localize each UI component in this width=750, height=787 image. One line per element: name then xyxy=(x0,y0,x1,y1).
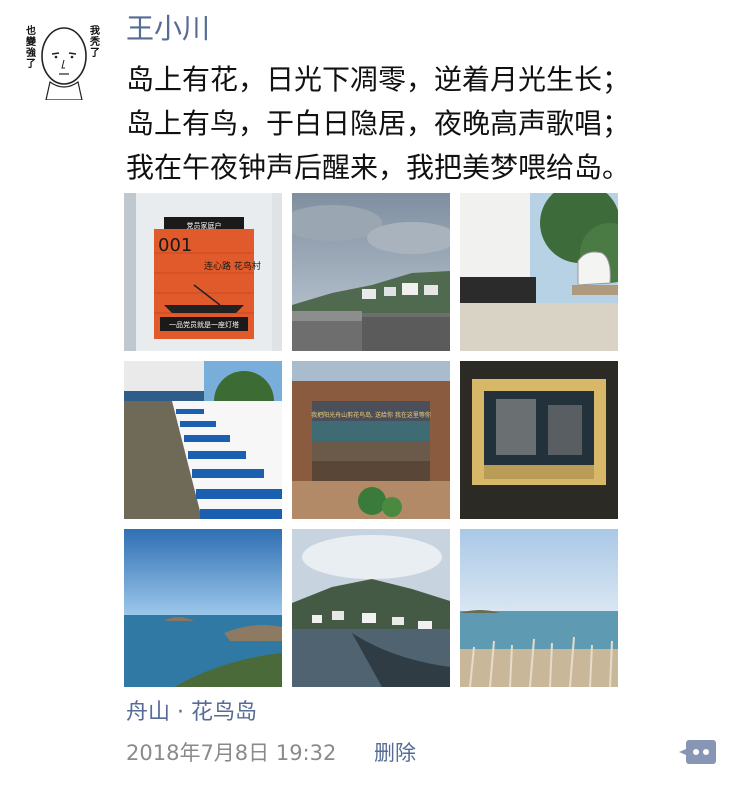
photo-1-house-sign[interactable]: 党员家庭户 001 连心路 花鸟村 一品党员就是一座灯塔 xyxy=(124,193,282,351)
photo-9-reeds[interactable] xyxy=(460,529,618,687)
post-text-line: 岛上有鸟，于白日隐居，夜晚高声歌唱； xyxy=(126,107,631,140)
sign-number: 001 xyxy=(158,235,192,256)
comment-bubble-icon xyxy=(679,740,716,764)
post-text-line: 我在午夜钟声后醒来，我把美梦喂给岛。 xyxy=(126,151,631,184)
sign-header: 党员家庭户 xyxy=(187,221,222,230)
sign-title: 连心路 花鸟村 xyxy=(204,260,261,272)
avatar-caption-left: 也變強了 xyxy=(26,26,36,70)
photo-7-ocean[interactable] xyxy=(124,529,282,687)
avatar-caption-right: 我秃了 xyxy=(90,26,100,59)
post-text: 岛上有花，日光下凋零，逆着月光生长； 岛上有鸟，于白日隐居，夜晚高声歌唱； 我在… xyxy=(126,58,726,190)
photo-5-poem-wall[interactable]: 我把阳光舟山剪花鸟岛, 送给你 我在这里等你 xyxy=(292,361,450,519)
photo-grid: 党员家庭户 001 连心路 花鸟村 一品党员就是一座灯塔 我把阳光舟山剪花鸟岛,… xyxy=(124,193,618,687)
comment-button[interactable] xyxy=(678,737,716,767)
post-timestamp: 2018年7月8日 19:32 xyxy=(126,741,337,765)
post-location[interactable]: 舟山 · 花鸟岛 xyxy=(126,698,257,728)
photo-4-staircase[interactable] xyxy=(124,361,282,519)
photo-6-mural[interactable] xyxy=(460,361,618,519)
post-text-line: 岛上有花，日光下凋零，逆着月光生长； xyxy=(126,63,631,96)
wall-poem: 我把阳光舟山剪花鸟岛, 送给你 我在这里等你 xyxy=(311,411,431,419)
photo-8-harbor[interactable] xyxy=(292,529,450,687)
photo-2-island-village[interactable] xyxy=(292,193,450,351)
sign-caption: 一品党员就是一座灯塔 xyxy=(169,320,239,329)
author-name[interactable]: 王小川 xyxy=(126,10,210,48)
delete-button[interactable]: 删除 xyxy=(374,738,416,768)
photo-3-lighthouse[interactable] xyxy=(460,193,618,351)
avatar[interactable]: 也變強了 我秃了 xyxy=(22,16,106,100)
